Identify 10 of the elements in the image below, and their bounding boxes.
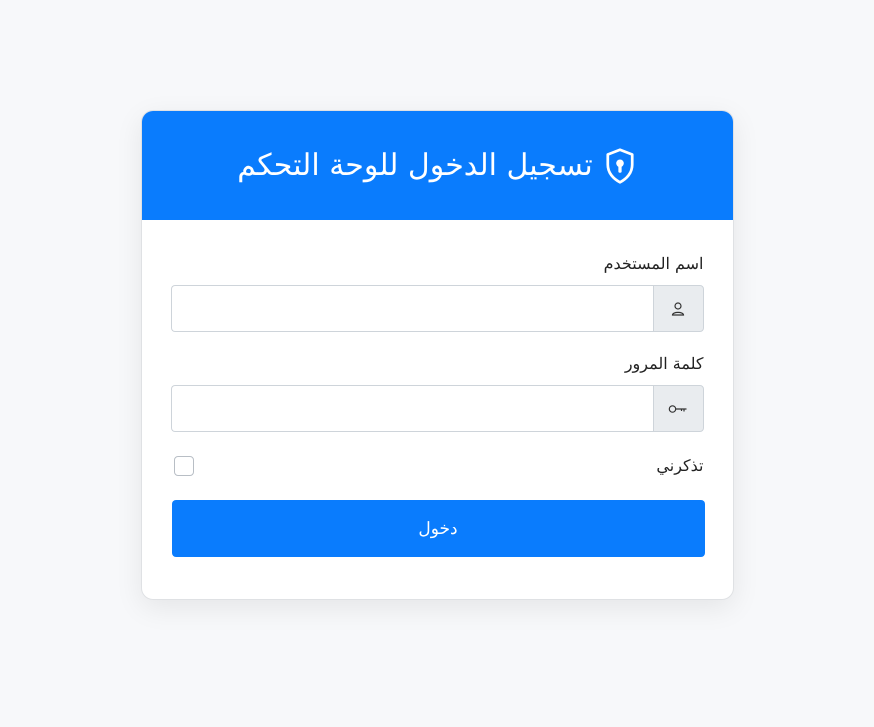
user-icon bbox=[670, 300, 686, 316]
remember-label: تذكرني bbox=[656, 456, 704, 475]
login-button[interactable]: دخول bbox=[172, 500, 704, 557]
field-label: اسم المستخدم bbox=[604, 254, 704, 273]
key-icon bbox=[668, 402, 688, 414]
field-label: كلمة المرور bbox=[624, 354, 704, 373]
input-field[interactable] bbox=[170, 285, 652, 332]
input-field[interactable] bbox=[170, 385, 652, 432]
remember-checkbox[interactable] bbox=[174, 456, 194, 476]
card-title: تسجيل الدخول للوحة التحكم bbox=[237, 148, 593, 183]
